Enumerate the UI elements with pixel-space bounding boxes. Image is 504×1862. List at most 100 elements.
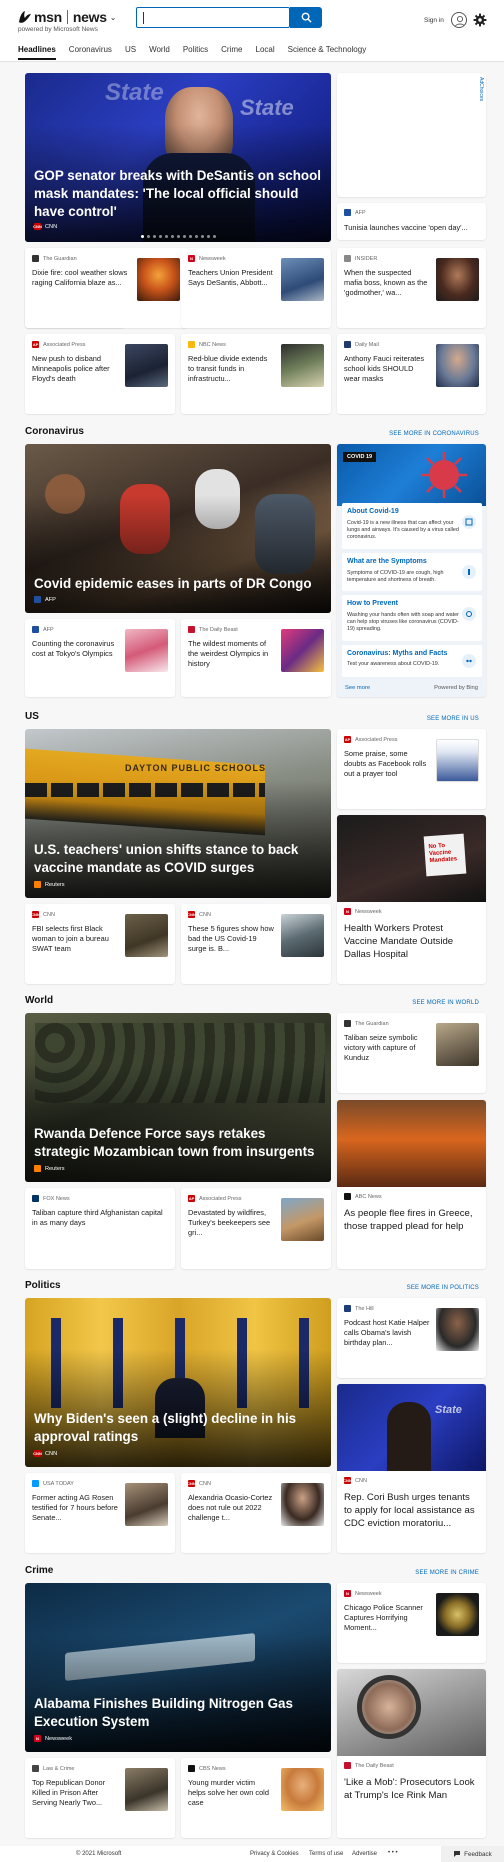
us-hero-card[interactable]: DAYTON PUBLIC SCHOOLS U.S. teachers' uni…	[25, 729, 331, 898]
article-card-olympics[interactable]: The Daily Beast The wildest moments of t…	[181, 619, 331, 697]
headline-side-card[interactable]: AFP Tunisia launches vaccine 'open day'.…	[337, 203, 486, 240]
coronavirus-hero-card[interactable]: Covid epidemic eases in parts of DR Cong…	[25, 444, 331, 613]
article-card-vaccine-protest[interactable]: No To Vaccine Mandates N Newsweek Health …	[337, 815, 486, 984]
article-card-donor[interactable]: Law & Crime Top Republican Donor Killed …	[25, 1758, 175, 1838]
article-title[interactable]: Taliban capture third Afghanistan capita…	[32, 1208, 168, 1248]
article-card-cori-bush[interactable]: State CNN CNN Rep. Cori Bush urges tenant…	[337, 1384, 486, 1553]
article-title[interactable]: Podcast host Katie Halper calls Obama's …	[344, 1318, 430, 1358]
article-card-aoc[interactable]: CNN CNN Alexandria Ocasio-Cortez does not…	[181, 1473, 331, 1553]
hero-title[interactable]: Covid epidemic eases in parts of DR Cong…	[34, 575, 324, 593]
see-more-world[interactable]: SEE MORE IN WORLD	[412, 1000, 479, 1006]
tab-world[interactable]: World	[149, 45, 170, 60]
hero-title[interactable]: U.S. teachers' union shifts stance to ba…	[34, 841, 324, 877]
article-card-rosen[interactable]: USA TODAY Former acting AG Rosen testifi…	[25, 1473, 175, 1553]
article-card-minneapolis[interactable]: AP Associated Press New push to disband M…	[25, 334, 175, 414]
article-card-mafia[interactable]: INSIDER When the suspected mafia boss, k…	[337, 248, 486, 328]
article-card-transit[interactable]: NBC News Red-blue divide extends to tran…	[181, 334, 331, 414]
tab-us[interactable]: US	[125, 45, 136, 60]
article-title[interactable]: Red-blue divide extends to transit funds…	[188, 354, 274, 394]
article-title[interactable]: These 5 figures show how bad the US Covi…	[188, 924, 274, 964]
carousel-dot[interactable]	[182, 235, 186, 238]
ad-card[interactable]: AdChoices	[337, 73, 486, 197]
article-title[interactable]: Former acting AG Rosen testified for 7 h…	[32, 1493, 118, 1533]
footer-link-advertise[interactable]: Advertise	[352, 1851, 377, 1857]
article-card-fauci[interactable]: Daily Mail Anthony Fauci reiterates scho…	[337, 334, 486, 414]
adchoices-label[interactable]: AdChoices	[478, 77, 484, 101]
article-card-tokyo[interactable]: AFP Counting the coronavirus cost at Tok…	[25, 619, 175, 697]
carousel-dot[interactable]	[194, 235, 198, 238]
article-title[interactable]: Teachers Union President Says DeSantis, …	[188, 268, 274, 308]
article-title[interactable]: Top Republican Donor Killed in Prison Af…	[32, 1778, 118, 1818]
more-options-icon[interactable]: • • •	[388, 1850, 398, 1856]
see-more-crime[interactable]: SEE MORE IN CRIME	[415, 1570, 479, 1576]
see-more-coronavirus[interactable]: SEE MORE IN CORONAVIRUS	[389, 431, 479, 437]
article-title[interactable]: Alexandria Ocasio-Cortez does not rule o…	[188, 1493, 274, 1533]
article-card-teachers[interactable]: N Newsweek Teachers Union President Says …	[181, 248, 331, 328]
article-card-obama-birthday[interactable]: The Hill Podcast host Katie Halper calls…	[337, 1298, 486, 1378]
politics-hero-card[interactable]: Why Biden's seen a (slight) decline in h…	[25, 1298, 331, 1467]
article-title[interactable]: When the suspected mafia boss, known as …	[344, 268, 430, 308]
article-title[interactable]: Counting the coronavirus cost at Tokyo's…	[32, 639, 118, 679]
carousel-dot[interactable]	[158, 235, 162, 238]
hero-title[interactable]: GOP senator breaks with DeSantis on scho…	[34, 167, 324, 221]
article-title[interactable]: Taliban seize symbolic victory with capt…	[344, 1033, 430, 1073]
tab-politics[interactable]: Politics	[183, 45, 208, 60]
carousel-dot[interactable]	[164, 235, 168, 238]
article-title[interactable]: Rep. Cori Bush urges tenants to apply fo…	[344, 1491, 479, 1530]
article-title[interactable]: New push to disband Minneapolis police a…	[32, 354, 118, 394]
search-button[interactable]	[290, 7, 322, 28]
article-card-covid-surge[interactable]: CNN CNN These 5 figures show how bad the …	[181, 904, 331, 984]
tab-coronavirus[interactable]: Coronavirus	[69, 45, 112, 60]
hero-title[interactable]: Rwanda Defence Force says retakes strate…	[34, 1125, 324, 1161]
covid-info-symptoms[interactable]: What are the Symptoms Symptoms of COVID-…	[342, 553, 482, 591]
article-title[interactable]: Devastated by wildfires, Turkey's beekee…	[188, 1208, 274, 1248]
article-card-cold-case[interactable]: CBS News Young murder victim helps solve…	[181, 1758, 331, 1838]
covid-info-title[interactable]: What are the Symptoms	[347, 558, 427, 565]
carousel-dot[interactable]	[200, 235, 204, 238]
article-card-facebook[interactable]: AP Associated Press Some praise, some dou…	[337, 729, 486, 809]
carousel-dot[interactable]	[146, 235, 150, 238]
world-hero-card[interactable]: Rwanda Defence Force says retakes strate…	[25, 1013, 331, 1182]
carousel-dot[interactable]	[212, 235, 216, 238]
tab-crime[interactable]: Crime	[221, 45, 242, 60]
article-title[interactable]: Dixie fire: cool weather slows raging Ca…	[32, 268, 132, 308]
article-title[interactable]: Health Workers Protest Vaccine Mandate O…	[344, 922, 479, 961]
hero-title[interactable]: Why Biden's seen a (slight) decline in h…	[34, 1410, 324, 1446]
footer-link-privacy[interactable]: Privacy & Cookies	[250, 1851, 299, 1857]
article-card-taliban-capital[interactable]: FOX News Taliban capture third Afghanist…	[25, 1188, 175, 1269]
carousel-dot[interactable]	[170, 235, 174, 238]
carousel-dot[interactable]	[188, 235, 192, 238]
see-more-us[interactable]: SEE MORE IN US	[427, 716, 479, 722]
tab-science-technology[interactable]: Science & Technology	[288, 45, 367, 60]
article-card-chicago-police[interactable]: N Newsweek Chicago Police Scanner Capture…	[337, 1583, 486, 1663]
covid-info-title[interactable]: How to Prevent	[347, 600, 398, 607]
tab-local[interactable]: Local	[256, 45, 275, 60]
article-card-greece-fires[interactable]: ABC News As people flee fires in Greece,…	[337, 1100, 486, 1269]
article-title[interactable]: Young murder victim helps solve her own …	[188, 1778, 274, 1818]
carousel-dot[interactable]	[140, 235, 144, 238]
covid-info-prevent[interactable]: How to Prevent Washing your hands often …	[342, 595, 482, 641]
hero-title[interactable]: Alabama Finishes Building Nitrogen Gas E…	[34, 1695, 324, 1731]
covid-info-about[interactable]: About Covid-19 Covid-19 is a new illness…	[342, 503, 482, 549]
article-title[interactable]: As people flee fires in Greece, those tr…	[344, 1207, 479, 1233]
chevron-down-icon[interactable]: ⌄	[110, 13, 117, 22]
carousel-dot[interactable]	[206, 235, 210, 238]
article-title[interactable]: Anthony Fauci reiterates school kids SHO…	[344, 354, 430, 394]
article-title[interactable]: The wildest moments of the weirdest Olym…	[188, 639, 274, 679]
article-title[interactable]: FBI selects first Black woman to join a …	[32, 924, 118, 964]
article-title[interactable]: Tunisia launches vaccine 'open day'...	[344, 223, 479, 233]
article-title[interactable]: 'Like a Mob': Prosecutors Look at Trump'…	[344, 1776, 479, 1802]
tab-headlines[interactable]: Headlines	[18, 45, 56, 60]
carousel-dots[interactable]	[25, 235, 331, 238]
avatar[interactable]	[451, 12, 467, 28]
article-card-trump-ice-rink[interactable]: The Daily Beast 'Like a Mob': Prosecutor…	[337, 1669, 486, 1838]
article-title[interactable]: Chicago Police Scanner Captures Horrifyi…	[344, 1603, 430, 1643]
article-card-kunduz[interactable]: The Guardian Taliban seize symbolic vict…	[337, 1013, 486, 1093]
carousel-dot[interactable]	[176, 235, 180, 238]
search-input[interactable]	[136, 7, 290, 28]
article-card-fbi[interactable]: CNN CNN FBI selects first Black woman to …	[25, 904, 175, 984]
covid-info-title[interactable]: About Covid-19	[347, 508, 399, 515]
gear-icon[interactable]	[473, 13, 487, 27]
covid-info-myths[interactable]: Coronavirus: Myths and Facts Test your a…	[342, 645, 482, 677]
covid-info-title[interactable]: Coronavirus: Myths and Facts	[347, 650, 447, 657]
